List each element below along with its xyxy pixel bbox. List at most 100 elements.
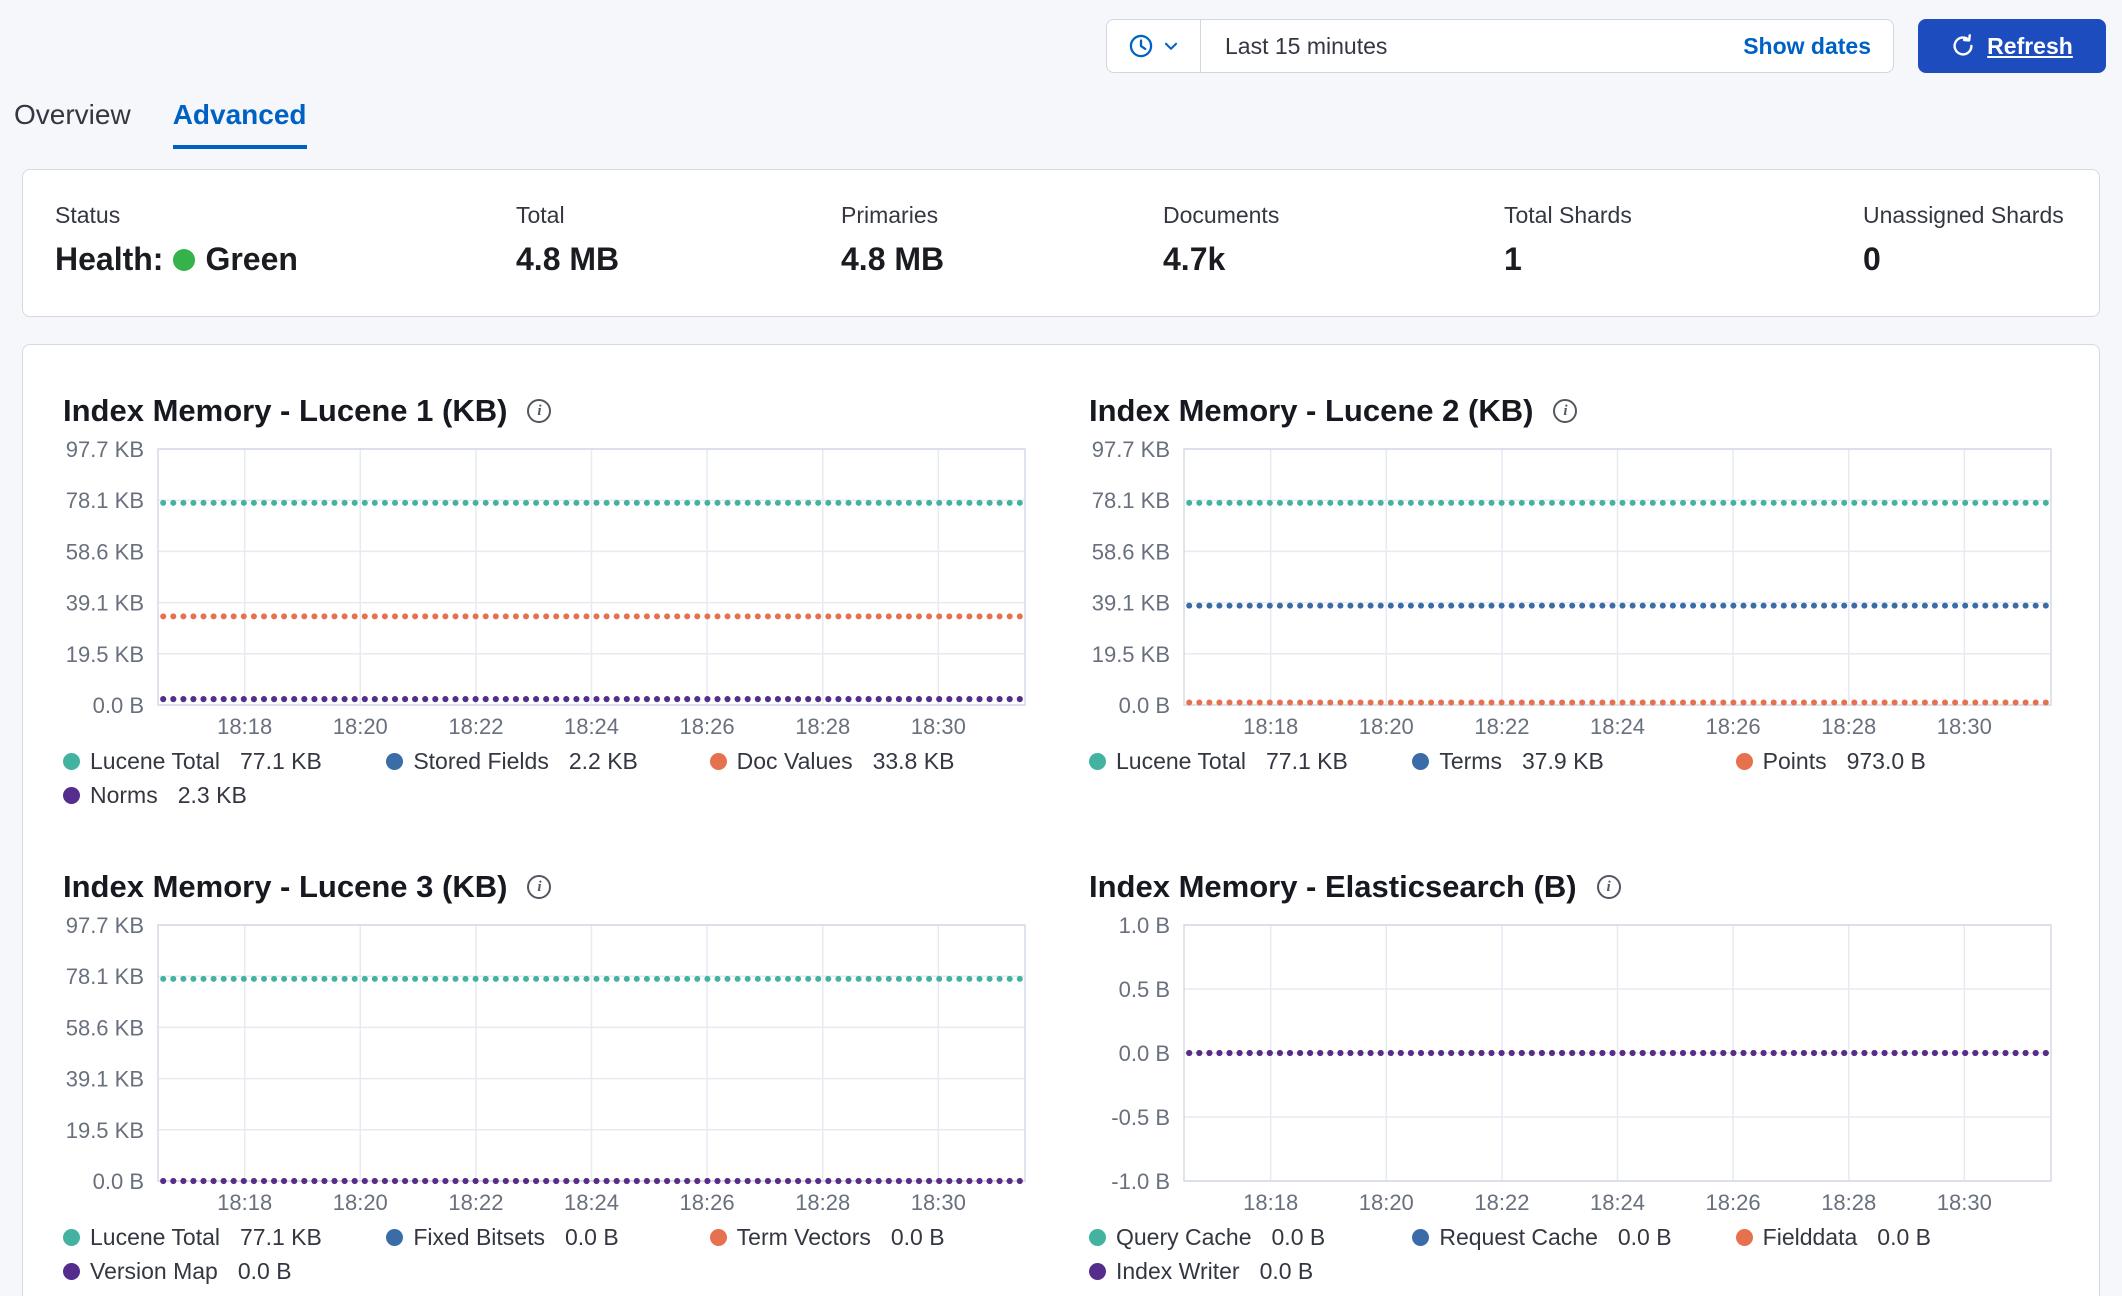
index-advanced-page: Last 15 minutes Show dates Refresh Overv… — [0, 0, 2122, 1296]
svg-text:58.6 KB: 58.6 KB — [1092, 539, 1170, 564]
info-icon[interactable]: i — [527, 875, 552, 899]
stat-total-shards: Total Shards 1 — [1504, 202, 1863, 278]
legend-series-value: 0.0 B — [1271, 1224, 1326, 1250]
health-prefix: Health: — [55, 241, 164, 277]
legend-item[interactable]: Lucene Total 77.1 KB — [63, 1223, 386, 1251]
legend-item[interactable]: Term Vectors 0.0 B — [709, 1223, 1033, 1251]
info-icon[interactable]: i — [1596, 875, 1621, 899]
stat-label: Unassigned Shards — [1863, 202, 2064, 228]
chart-index-memory-elasticsearch: Index Memory - Elasticsearch (B) i 1.0 B… — [1089, 869, 2059, 1285]
health-value: Health: Green — [55, 241, 516, 278]
legend-item[interactable]: Fixed Bitsets 0.0 B — [386, 1223, 709, 1251]
legend-series-name: Request Cache — [1439, 1224, 1598, 1250]
show-dates-button[interactable]: Show dates — [1743, 33, 1893, 60]
svg-text:18:26: 18:26 — [680, 1190, 735, 1215]
time-picker-quick-menu-button[interactable] — [1107, 20, 1201, 72]
legend-item[interactable]: Terms 37.9 KB — [1412, 747, 1735, 775]
legend-item[interactable]: Points 973.0 B — [1735, 747, 2059, 775]
stat-value: 4.8 MB — [516, 241, 620, 277]
svg-text:18:18: 18:18 — [1243, 714, 1298, 739]
svg-text:18:30: 18:30 — [1937, 714, 1992, 739]
chart-plot: 97.7 KB 78.1 KB 58.6 KB 39.1 KB 19.5 KB 0.0 B… — [66, 437, 1026, 739]
svg-text:19.5 KB: 19.5 KB — [66, 642, 144, 667]
legend-item[interactable]: Stored Fields 2.2 KB — [386, 747, 709, 775]
chart-legend: Lucene Total 77.1 KB Terms 37.9 KB Points 973… — [1089, 747, 2059, 775]
legend-color-dot-icon — [1412, 1228, 1430, 1246]
stat-total: Total 4.8 MB — [516, 202, 841, 278]
info-icon[interactable]: i — [1553, 399, 1578, 423]
tab-advanced[interactable]: Advanced — [172, 99, 307, 149]
svg-text:18:22: 18:22 — [1474, 1190, 1529, 1215]
chart-legend: Lucene Total 77.1 KB Stored Fields 2.2 KB Do… — [63, 747, 1033, 809]
stat-status: Status Health: Green — [55, 202, 516, 278]
legend-series-value: 0.0 B — [237, 1258, 292, 1284]
svg-text:18:20: 18:20 — [1359, 714, 1414, 739]
refresh-button-label: Refresh — [1987, 32, 2073, 59]
legend-item[interactable]: Request Cache 0.0 B — [1412, 1223, 1735, 1251]
svg-text:18:22: 18:22 — [1474, 714, 1529, 739]
legend-series-value: 0.0 B — [890, 1224, 945, 1250]
legend-item[interactable]: Norms 2.3 KB — [63, 781, 386, 809]
svg-text:18:18: 18:18 — [1243, 1190, 1298, 1215]
stat-label: Primaries — [841, 202, 939, 228]
chart-plot: 97.7 KB 78.1 KB 58.6 KB 39.1 KB 19.5 KB 0.0 B… — [66, 913, 1026, 1215]
legend-series-name: Fielddata — [1762, 1224, 1858, 1250]
legend-series-name: Lucene Total — [90, 1224, 221, 1250]
legend-item[interactable]: Doc Values 33.8 KB — [709, 747, 1033, 775]
stat-value: 0 — [1863, 241, 1881, 277]
legend-item[interactable]: Version Map 0.0 B — [63, 1257, 386, 1285]
svg-text:18:28: 18:28 — [795, 714, 850, 739]
stat-value: 1 — [1504, 241, 1522, 277]
chart-title: Index Memory - Lucene 3 (KB) i — [63, 869, 1033, 905]
legend-series-name: Lucene Total — [1116, 748, 1247, 774]
legend-series-value: 0.0 B — [1877, 1224, 1931, 1250]
legend-series-name: Terms — [1439, 748, 1502, 774]
legend-color-dot-icon — [63, 752, 80, 770]
chart-canvas: 97.7 KB 78.1 KB 58.6 KB 39.1 KB 19.5 KB 0.0 B… — [63, 437, 1033, 741]
svg-text:18:30: 18:30 — [911, 714, 966, 739]
svg-text:0.5 B: 0.5 B — [1119, 977, 1170, 1002]
svg-text:78.1 KB: 78.1 KB — [1092, 488, 1170, 513]
chevron-down-icon — [1164, 42, 1177, 50]
legend-series-name: Query Cache — [1116, 1224, 1252, 1250]
stat-label: Status — [55, 202, 121, 228]
legend-color-dot-icon — [1089, 752, 1106, 770]
svg-text:0.0 B: 0.0 B — [93, 693, 144, 718]
legend-series-name: Index Writer — [1116, 1258, 1240, 1284]
legend-series-name: Lucene Total — [90, 748, 221, 774]
chart-title: Index Memory - Lucene 1 (KB) i — [63, 393, 1033, 429]
svg-text:0.0 B: 0.0 B — [1119, 1041, 1170, 1066]
svg-text:18:20: 18:20 — [333, 714, 388, 739]
svg-text:19.5 KB: 19.5 KB — [1092, 642, 1170, 667]
legend-series-value: 77.1 KB — [240, 1224, 322, 1250]
legend-series-name: Doc Values — [736, 748, 853, 774]
legend-item[interactable]: Index Writer 0.0 B — [1089, 1257, 1412, 1285]
chart-title-text: Index Memory - Lucene 2 (KB) — [1089, 393, 1534, 428]
chart-plot: 1.0 B 0.5 B 0.0 B -0.5 B -1.0 B 18:18 18:20 18:… — [1111, 913, 2052, 1215]
legend-item[interactable]: Lucene Total 77.1 KB — [1089, 747, 1412, 775]
legend-item[interactable]: Fielddata 0.0 B — [1735, 1223, 2059, 1251]
info-icon[interactable]: i — [527, 399, 552, 423]
svg-text:0.0 B: 0.0 B — [1119, 693, 1170, 718]
refresh-button[interactable]: Refresh — [1918, 19, 2106, 73]
stat-documents: Documents 4.7k — [1163, 202, 1504, 278]
stat-label: Total — [516, 202, 565, 228]
legend-color-dot-icon — [709, 1228, 727, 1246]
stat-unassigned-shards: Unassigned Shards 0 — [1863, 202, 2067, 278]
time-range-display[interactable]: Last 15 minutes — [1201, 33, 1743, 60]
svg-text:58.6 KB: 58.6 KB — [66, 1015, 144, 1040]
legend-item[interactable]: Lucene Total 77.1 KB — [63, 747, 386, 775]
svg-text:97.7 KB: 97.7 KB — [1092, 437, 1170, 462]
svg-text:18:26: 18:26 — [1706, 1190, 1761, 1215]
tab-overview[interactable]: Overview — [14, 99, 131, 149]
svg-text:18:18: 18:18 — [217, 1190, 272, 1215]
legend-color-dot-icon — [1735, 1228, 1753, 1246]
svg-text:18:24: 18:24 — [564, 1190, 619, 1215]
chart-title-text: Index Memory - Lucene 1 (KB) — [63, 393, 508, 428]
chart-canvas: 97.7 KB 78.1 KB 58.6 KB 39.1 KB 19.5 KB 0.0 B… — [63, 913, 1033, 1217]
charts-panel: Index Memory - Lucene 1 (KB) i 97.7 KB 78… — [22, 344, 2100, 1296]
legend-item[interactable]: Query Cache 0.0 B — [1089, 1223, 1412, 1251]
legend-series-value: 2.2 KB — [568, 748, 638, 774]
tabs: Overview Advanced — [0, 73, 2122, 149]
svg-text:39.1 KB: 39.1 KB — [66, 591, 144, 616]
